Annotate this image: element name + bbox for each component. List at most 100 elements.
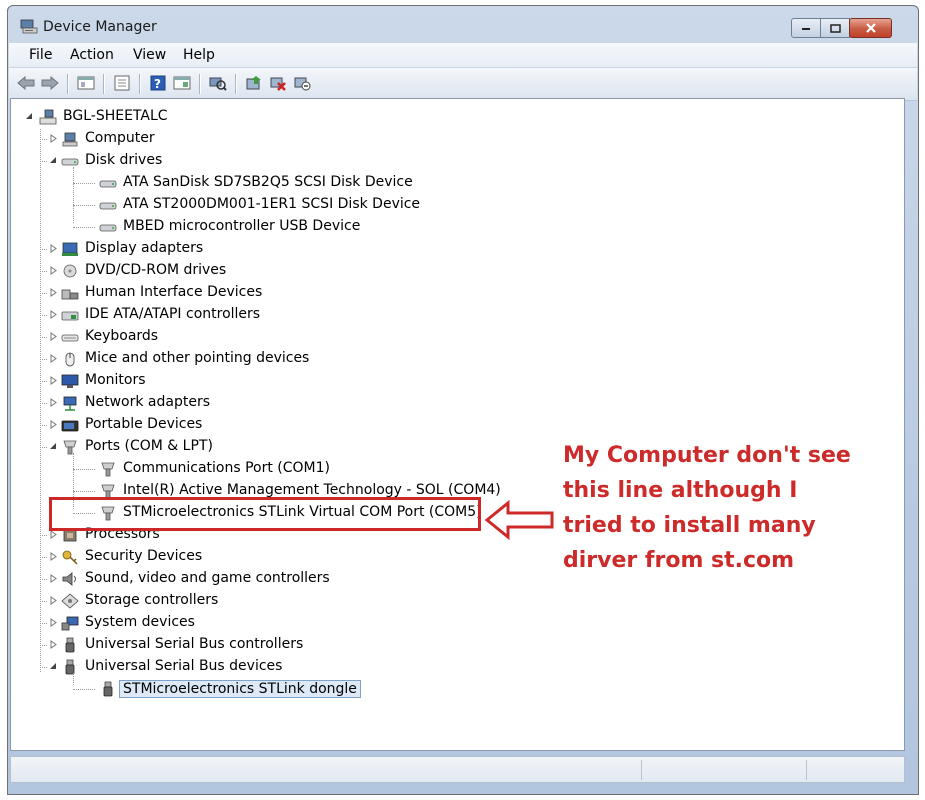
collapse-triangle-icon[interactable]	[49, 156, 58, 165]
update-driver-button[interactable]	[243, 72, 265, 94]
forward-arrow-icon	[41, 76, 59, 90]
expand-triangle-icon[interactable]	[49, 310, 58, 319]
tree-device-label: Communications Port (COM1)	[123, 460, 330, 476]
annotation-line-3: tried to install many	[563, 513, 816, 538]
tree-category-label: Storage controllers	[85, 592, 219, 608]
maximize-button[interactable]	[820, 18, 850, 38]
speaker-icon	[62, 572, 76, 586]
forward-button[interactable]	[39, 72, 61, 94]
tree-category-label: IDE ATA/ATAPI controllers	[85, 306, 261, 322]
display-adapter-icon	[62, 242, 78, 256]
tree-category-label: Ports (COM & LPT)	[85, 438, 213, 454]
menu-view[interactable]: View	[133, 47, 166, 63]
scan-hardware-button[interactable]	[207, 72, 229, 94]
expand-triangle-icon[interactable]	[49, 134, 58, 143]
ide-controller-icon	[61, 311, 79, 321]
update-driver-icon	[246, 76, 261, 90]
tree-device-label: STMicroelectronics STLink dongle	[119, 680, 361, 698]
expand-triangle-icon[interactable]	[49, 420, 58, 429]
close-icon	[865, 23, 876, 33]
tree-category-label: Security Devices	[85, 548, 203, 564]
back-button[interactable]	[15, 72, 37, 94]
uninstall-icon	[270, 77, 286, 91]
usb-icon	[65, 637, 75, 653]
expand-triangle-icon[interactable]	[49, 640, 58, 649]
dvd-drive-icon	[63, 264, 77, 278]
expand-triangle-icon[interactable]	[49, 618, 58, 627]
disk-drive-icon	[99, 202, 117, 210]
tree-category-label: Network adapters	[85, 394, 210, 410]
tree-device-label: MBED microcontroller USB Device	[123, 218, 361, 234]
security-key-icon	[62, 550, 78, 565]
expand-triangle-icon[interactable]	[49, 288, 58, 297]
tree-category-label: Sound, video and game controllers	[85, 570, 330, 586]
collapse-triangle-icon	[26, 113, 32, 119]
toolbar: ?	[9, 68, 917, 101]
annotation-line-4: dirver from st.com	[563, 548, 795, 573]
minimize-button[interactable]	[791, 18, 821, 38]
device-tree[interactable]: BGL-SHEETALC Computer Disk drives ATA SanD…	[10, 98, 905, 751]
expand-triangle-icon[interactable]	[49, 530, 58, 539]
disable-button[interactable]	[291, 72, 313, 94]
tree-category-label: Keyboards	[85, 328, 159, 344]
expand-triangle-icon[interactable]	[49, 354, 58, 363]
properties-icon	[114, 75, 130, 91]
computer-tree-root-icon	[39, 109, 57, 125]
maximize-icon	[829, 23, 841, 33]
menu-file[interactable]: File	[29, 47, 52, 63]
port-icon	[63, 440, 77, 455]
close-button[interactable]	[849, 18, 892, 38]
status-bar	[10, 756, 905, 783]
expand-triangle-icon[interactable]	[49, 244, 58, 253]
show-hide-console-tree-button[interactable]	[75, 72, 97, 94]
expand-triangle-icon[interactable]	[49, 398, 58, 407]
tree-category-label: Universal Serial Bus controllers	[85, 636, 304, 652]
expand-triangle-icon[interactable]	[49, 552, 58, 561]
svg-text:?: ?	[154, 77, 161, 91]
properties-button[interactable]	[111, 72, 133, 94]
expand-triangle-icon[interactable]	[49, 596, 58, 605]
menu-action[interactable]: Action	[70, 47, 114, 63]
help-icon: ?	[150, 75, 166, 91]
console-tree-icon	[77, 76, 95, 90]
title-bar[interactable]: Device Manager	[8, 6, 918, 42]
usb-device-icon	[103, 681, 113, 697]
annotation-text: My Computer don't see this line although…	[563, 438, 903, 578]
portable-device-icon	[61, 420, 79, 432]
tree-category-label: Computer	[85, 130, 155, 146]
tree-category-label: Mice and other pointing devices	[85, 350, 310, 366]
disk-drive-icon	[99, 224, 117, 232]
minimize-icon	[802, 28, 810, 30]
uninstall-button[interactable]	[267, 72, 289, 94]
tree-category-label: Universal Serial Bus devices	[85, 658, 283, 674]
expand-triangle-icon[interactable]	[49, 574, 58, 583]
scan-hardware-changes-icon	[209, 77, 227, 91]
usb-icon	[65, 659, 75, 675]
storage-controller-icon	[61, 593, 79, 609]
action-pane-icon	[173, 76, 191, 90]
device-manager-app-icon	[20, 19, 38, 34]
expand-triangle-icon[interactable]	[49, 376, 58, 385]
annotation-line-1: My Computer don't see	[563, 443, 851, 468]
help-button[interactable]: ?	[147, 72, 169, 94]
tree-category-label: Monitors	[85, 372, 146, 388]
tree-device-label: ATA SanDisk SD7SB2Q5 SCSI Disk Device	[123, 174, 413, 190]
highlight-box	[49, 497, 481, 531]
collapse-triangle-icon[interactable]	[49, 442, 58, 451]
tree-category-label: Disk drives	[85, 152, 163, 168]
mouse-icon	[65, 352, 75, 367]
show-hide-action-pane-button[interactable]	[171, 72, 193, 94]
tree-category-label: Human Interface Devices	[85, 284, 263, 300]
expand-triangle-icon[interactable]	[49, 266, 58, 275]
system-device-icon	[61, 616, 79, 631]
tree-category-label: DVD/CD-ROM drives	[85, 262, 227, 278]
disk-drive-icon	[61, 158, 79, 166]
window-title: Device Manager	[43, 19, 157, 35]
tree-device-label: ATA ST2000DM001-1ER1 SCSI Disk Device	[123, 196, 421, 212]
annotation-line-2: this line although I	[563, 478, 798, 503]
collapse-triangle-icon[interactable]	[49, 662, 58, 671]
expand-triangle-icon[interactable]	[49, 332, 58, 341]
tree-root-label: BGL-SHEETALC	[63, 108, 168, 124]
tree-category-label: System devices	[85, 614, 195, 630]
menu-help[interactable]: Help	[183, 47, 215, 63]
